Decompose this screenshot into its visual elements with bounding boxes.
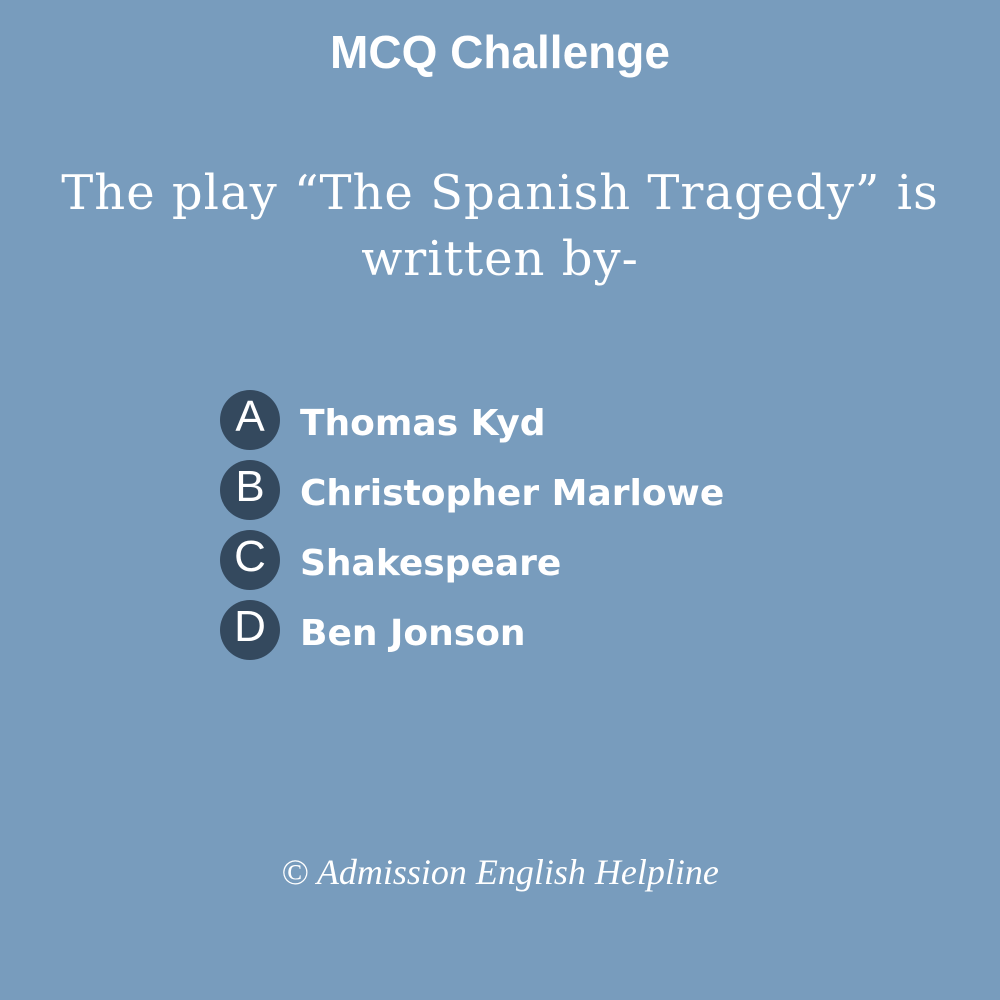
- page-title: MCQ Challenge: [330, 26, 670, 78]
- option-label: Shakespeare: [300, 543, 562, 584]
- option-a[interactable]: A Thomas Kyd: [220, 390, 920, 460]
- option-b[interactable]: B Christopher Marlowe: [220, 460, 920, 530]
- footer-credit: © Admission English Helpline: [281, 852, 719, 892]
- option-letter-badge: A: [220, 390, 280, 450]
- option-letter-badge: D: [220, 600, 280, 660]
- option-letter-badge: B: [220, 460, 280, 520]
- option-label: Christopher Marlowe: [300, 473, 725, 514]
- options-list: A Thomas Kyd B Christopher Marlowe C Sha…: [220, 390, 920, 670]
- option-label: Ben Jonson: [300, 613, 526, 654]
- question-text: The play “The Spanish Tragedy” is writte…: [61, 165, 939, 287]
- option-d[interactable]: D Ben Jonson: [220, 600, 920, 670]
- option-c[interactable]: C Shakespeare: [220, 530, 920, 600]
- option-letter-badge: C: [220, 530, 280, 590]
- option-label: Thomas Kyd: [300, 403, 546, 444]
